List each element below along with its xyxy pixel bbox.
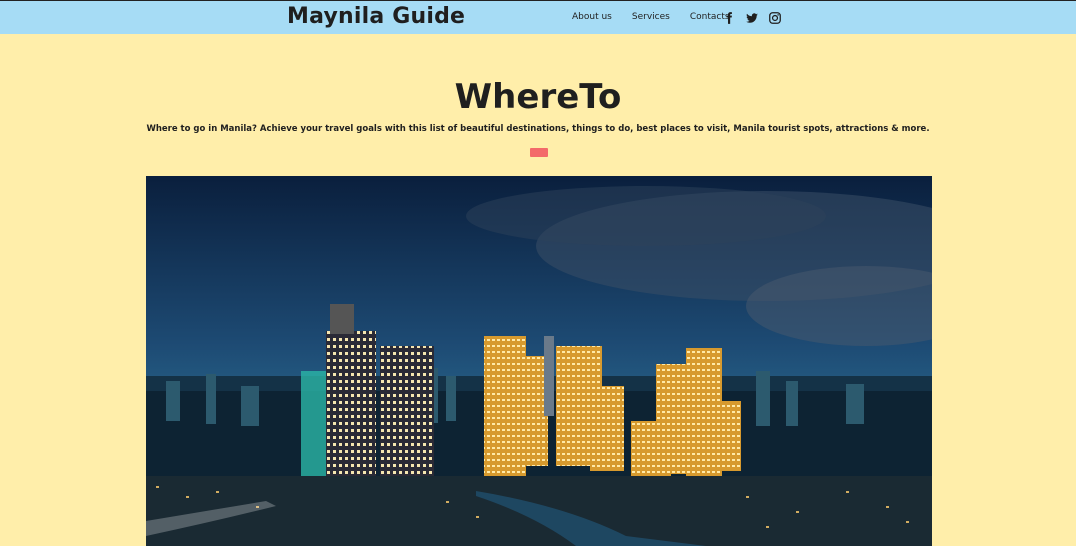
- main-navigation: About us Services Contacts: [572, 12, 730, 22]
- nav-about-us[interactable]: About us: [572, 12, 612, 22]
- site-brand-logo[interactable]: Maynila Guide: [287, 4, 465, 29]
- accent-divider: [530, 148, 548, 157]
- page-subtitle: Where to go in Manila? Achieve your trav…: [146, 124, 930, 134]
- social-links: [722, 10, 782, 24]
- instagram-icon[interactable]: [768, 10, 782, 24]
- nav-services[interactable]: Services: [632, 12, 670, 22]
- top-navbar: Maynila Guide About us Services Contacts: [0, 0, 1076, 34]
- page-title: WhereTo: [454, 77, 622, 117]
- hero-image-manila-skyline: [146, 176, 932, 546]
- facebook-icon[interactable]: [722, 10, 736, 24]
- twitter-icon[interactable]: [745, 10, 759, 24]
